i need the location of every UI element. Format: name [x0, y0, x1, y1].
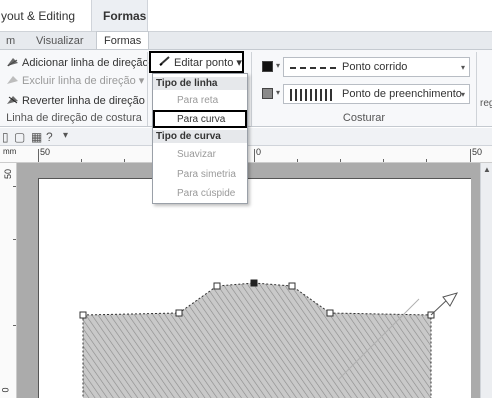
edit-point-handle[interactable]: [288, 282, 296, 290]
edit-point-handle[interactable]: [326, 309, 334, 317]
help-icon[interactable]: ?: [46, 130, 53, 144]
edit-point-handle[interactable]: [250, 279, 258, 287]
window-title: yout & Editing: [1, 9, 76, 23]
group-divider: [251, 52, 252, 126]
reverse-direction-label: Reverter linha de direção: [22, 95, 145, 107]
curve-type-header: Tipo de curva: [153, 130, 247, 143]
ruler-label: 50: [472, 147, 483, 157]
delete-direction-label: Excluir linha de direção ▾: [22, 75, 145, 87]
tab-formas[interactable]: Formas: [96, 31, 150, 50]
chevron-down-icon: ▾: [460, 63, 465, 72]
fill-stitch-icon: [290, 89, 332, 101]
run-stitch-select[interactable]: Ponto corrido ▾: [283, 57, 470, 77]
ribbon-tabs: m Visualizar Formas: [0, 31, 492, 50]
arrow-handle-icon[interactable]: [442, 292, 459, 307]
edit-point-label: Editar ponto ▾: [174, 57, 242, 69]
edit-point-handle[interactable]: [175, 309, 183, 317]
tab-fragment[interactable]: m: [6, 35, 15, 47]
menu-item-cusp[interactable]: Para cúspide: [177, 188, 235, 199]
color-swatch-icon[interactable]: [262, 88, 273, 99]
frame-icon[interactable]: ▢: [14, 130, 25, 144]
tab-visualizar[interactable]: Visualizar: [36, 35, 84, 47]
context-tab-header: Formas: [91, 0, 148, 31]
ruler-label: 50: [40, 147, 51, 157]
vertical-scrollbar[interactable]: ▲: [480, 163, 492, 398]
edit-point-button[interactable]: Editar ponto ▾: [149, 51, 244, 73]
embroidery-shape[interactable]: [82, 282, 432, 398]
fill-stitch-select[interactable]: Ponto de preenchimento ▾: [283, 84, 470, 104]
toolbar-icon[interactable]: ▯: [2, 130, 9, 144]
ruler-label: 0: [0, 387, 11, 393]
group-divider: [476, 52, 477, 126]
add-direction-button[interactable]: Adicionar linha de direção: [6, 56, 149, 69]
menu-item-to-straight[interactable]: Para reta: [177, 95, 218, 106]
title-bar: yout & Editing Formas: [0, 0, 492, 31]
ruler-label: 50: [3, 168, 14, 180]
chevron-down-icon[interactable]: ▾: [276, 88, 280, 97]
context-tab-label: Formas: [103, 9, 147, 23]
pencil-icon: [159, 56, 171, 69]
delete-direction-button[interactable]: Excluir linha de direção ▾: [6, 74, 144, 87]
customize-icon[interactable]: ▾: [63, 130, 68, 141]
fill-stitch-label: Ponto de preenchimento: [342, 88, 462, 100]
group-divider: [147, 52, 148, 126]
line-type-header: Tipo de linha: [153, 77, 247, 90]
reverse-direction-icon: [6, 94, 19, 105]
menu-item-symmetric[interactable]: Para simetria: [177, 169, 236, 180]
direction-group-title: Linha de direção de costura: [6, 112, 142, 124]
ruler-units: mm: [3, 147, 17, 156]
reverse-direction-button[interactable]: Reverter linha de direção: [6, 94, 145, 107]
chevron-down-icon: ▾: [460, 90, 465, 99]
edit-point-menu: Tipo de linha Para reta Para curva Tipo …: [152, 73, 248, 204]
edit-point-handle[interactable]: [213, 282, 221, 290]
next-group-fragment: reg: [480, 98, 492, 109]
shape-layer[interactable]: [39, 179, 472, 398]
ruler-label: 0: [256, 147, 262, 157]
run-stitch-icon: [290, 67, 338, 69]
add-direction-label: Adicionar linha de direção: [22, 57, 149, 69]
grid-icon[interactable]: ▦: [31, 130, 42, 144]
delete-direction-icon: [6, 74, 19, 85]
menu-item-to-curve[interactable]: Para curva: [153, 110, 247, 128]
sewing-group-title: Costurar: [342, 112, 386, 124]
design-page[interactable]: [38, 178, 471, 398]
chevron-down-icon[interactable]: ▾: [276, 61, 280, 70]
color-swatch-icon[interactable]: [262, 61, 273, 72]
add-direction-icon: [6, 56, 19, 67]
scroll-up-icon[interactable]: ▲: [483, 165, 491, 174]
run-stitch-label: Ponto corrido: [342, 61, 408, 73]
menu-item-smooth[interactable]: Suavizar: [177, 149, 216, 160]
edit-point-handle[interactable]: [79, 311, 87, 319]
vertical-ruler: 50 0: [0, 163, 17, 398]
